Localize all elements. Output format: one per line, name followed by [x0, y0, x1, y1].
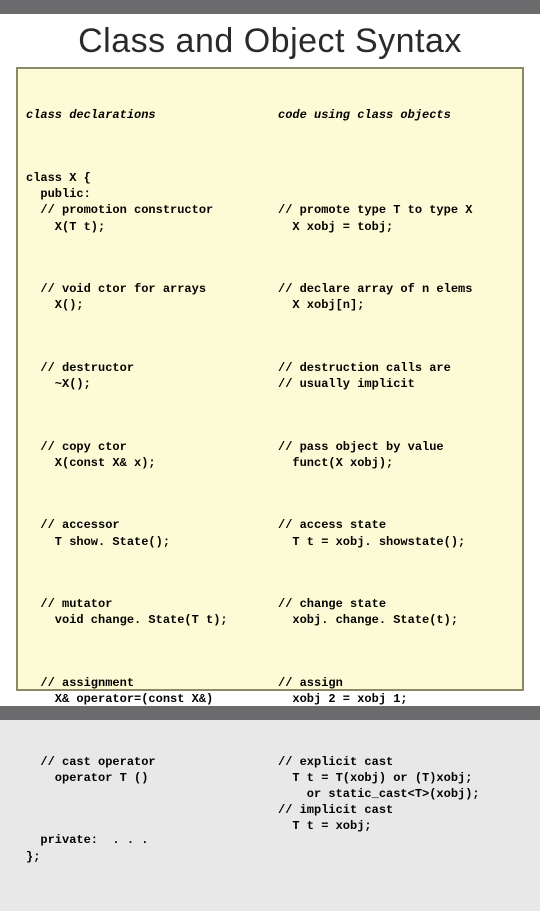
- right-block-2: // destruction calls are // usually impl…: [278, 360, 514, 392]
- left-header: class declarations: [26, 107, 262, 123]
- left-block-2: // destructor ~X();: [26, 360, 262, 392]
- right-block-7: // explicit cast T t = T(xobj) or (T)xob…: [278, 754, 514, 835]
- left-block-0: class X { public: // promotion construct…: [26, 170, 262, 235]
- right-block-4: // access state T t = xobj. showstate();: [278, 517, 514, 549]
- bottombar: [0, 706, 540, 720]
- right-block-0: // promote type T to type X X xobj = tob…: [278, 170, 514, 235]
- page-title: Class and Object Syntax: [16, 22, 524, 61]
- left-block-6: // assignment X& operator=(const X&): [26, 675, 262, 707]
- left-column: class declarations class X { public: // …: [18, 69, 270, 689]
- left-block-8: private: . . . };: [26, 832, 262, 864]
- left-block-4: // accessor T show. State();: [26, 517, 262, 549]
- right-header: code using class objects: [278, 107, 514, 123]
- code-box: class declarations class X { public: // …: [16, 67, 524, 691]
- left-block-1: // void ctor for arrays X();: [26, 281, 262, 313]
- right-block-5: // change state xobj. change. State(t);: [278, 596, 514, 628]
- right-block-3: // pass object by value funct(X xobj);: [278, 439, 514, 471]
- left-block-7: // cast operator operator T (): [26, 754, 262, 786]
- right-block-6: // assign xobj 2 = xobj 1;: [278, 675, 514, 707]
- right-block-1: // declare array of n elems X xobj[n];: [278, 281, 514, 313]
- left-block-3: // copy ctor X(const X& x);: [26, 439, 262, 471]
- topbar: [0, 0, 540, 14]
- slide: Class and Object Syntax class declaratio…: [0, 14, 540, 706]
- left-block-5: // mutator void change. State(T t);: [26, 596, 262, 628]
- right-column: code using class objects // promote type…: [270, 69, 522, 689]
